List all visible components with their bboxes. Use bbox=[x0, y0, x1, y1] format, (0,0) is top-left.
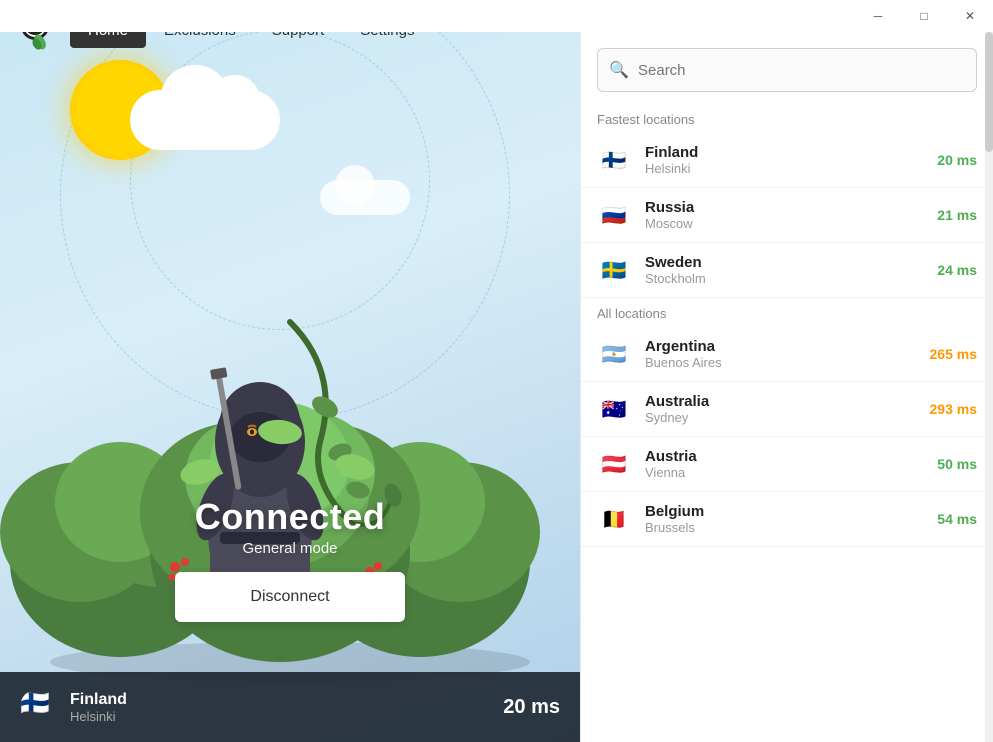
location-ms: 20 ms bbox=[937, 152, 977, 168]
flag-icon: 🇦🇷 bbox=[597, 337, 631, 371]
location-city: Stockholm bbox=[645, 271, 937, 286]
list-item[interactable]: 🇦🇷 Argentina Buenos Aires 265 ms bbox=[581, 327, 993, 382]
location-info: Australia Sydney bbox=[645, 393, 930, 425]
status-container: Connected General mode bbox=[195, 496, 386, 557]
status-connected-label: Connected bbox=[195, 496, 386, 538]
location-ms: 24 ms bbox=[937, 262, 977, 278]
location-country: Finland bbox=[645, 144, 937, 161]
right-panel: 🔍 Fastest locations 🇫🇮 Finland Helsinki … bbox=[580, 32, 993, 742]
status-mode-label: General mode bbox=[195, 540, 386, 557]
location-country: Belgium bbox=[645, 503, 937, 520]
list-item[interactable]: 🇫🇮 Finland Helsinki 20 ms bbox=[581, 133, 993, 188]
location-ms: 293 ms bbox=[930, 401, 977, 417]
flag-icon: 🇦🇹 bbox=[597, 447, 631, 481]
flag-icon: 🇦🇺 bbox=[597, 392, 631, 426]
location-info: Argentina Buenos Aires bbox=[645, 338, 930, 370]
bottom-location: Finland Helsinki bbox=[70, 691, 503, 724]
bottom-bar: 🇫🇮 Finland Helsinki 20 ms bbox=[0, 672, 580, 742]
location-ms: 21 ms bbox=[937, 207, 977, 223]
location-country: Russia bbox=[645, 199, 937, 216]
flag-icon: 🇧🇪 bbox=[597, 502, 631, 536]
search-input[interactable] bbox=[597, 48, 977, 92]
fastest-locations-label: Fastest locations bbox=[581, 104, 993, 133]
disconnect-button[interactable]: Disconnect bbox=[175, 572, 405, 622]
left-panel: Home Exclusions Support Settings bbox=[0, 0, 580, 742]
search-bar: 🔍 bbox=[597, 48, 977, 92]
cloud-small-illustration bbox=[320, 180, 410, 215]
bottom-ms-label: 20 ms bbox=[503, 696, 560, 719]
scrollbar-thumb[interactable] bbox=[985, 32, 993, 152]
bottom-city-label: Helsinki bbox=[70, 709, 503, 724]
search-icon: 🔍 bbox=[609, 60, 629, 80]
title-bar: ─ □ ✕ bbox=[0, 0, 993, 32]
all-locations-label: All locations bbox=[581, 298, 993, 327]
flag-icon: 🇷🇺 bbox=[597, 198, 631, 232]
list-item[interactable]: 🇦🇺 Australia Sydney 293 ms bbox=[581, 382, 993, 437]
fastest-locations-list: 🇫🇮 Finland Helsinki 20 ms 🇷🇺 Russia Mosc… bbox=[581, 133, 993, 298]
location-city: Moscow bbox=[645, 216, 937, 231]
location-info: Sweden Stockholm bbox=[645, 254, 937, 286]
list-item[interactable]: 🇸🇪 Sweden Stockholm 24 ms bbox=[581, 243, 993, 298]
location-city: Buenos Aires bbox=[645, 355, 930, 370]
location-city: Helsinki bbox=[645, 161, 937, 176]
cloud-main-illustration bbox=[130, 90, 280, 150]
list-item[interactable]: 🇧🇪 Belgium Brussels 54 ms bbox=[581, 492, 993, 547]
location-city: Vienna bbox=[645, 465, 937, 480]
minimize-button[interactable]: ─ bbox=[855, 0, 901, 32]
location-ms: 50 ms bbox=[937, 456, 977, 472]
location-country: Sweden bbox=[645, 254, 937, 271]
location-city: Sydney bbox=[645, 410, 930, 425]
flag-icon: 🇫🇮 bbox=[597, 143, 631, 177]
location-ms: 54 ms bbox=[937, 511, 977, 527]
location-info: Russia Moscow bbox=[645, 199, 937, 231]
location-city: Brussels bbox=[645, 520, 937, 535]
location-country: Austria bbox=[645, 448, 937, 465]
bottom-country-label: Finland bbox=[70, 691, 503, 709]
maximize-button[interactable]: □ bbox=[901, 0, 947, 32]
location-info: Austria Vienna bbox=[645, 448, 937, 480]
location-country: Australia bbox=[645, 393, 930, 410]
list-item[interactable]: 🇦🇹 Austria Vienna 50 ms bbox=[581, 437, 993, 492]
flag-icon: 🇸🇪 bbox=[597, 253, 631, 287]
location-country: Argentina bbox=[645, 338, 930, 355]
list-item[interactable]: 🇷🇺 Russia Moscow 21 ms bbox=[581, 188, 993, 243]
location-info: Finland Helsinki bbox=[645, 144, 937, 176]
close-button[interactable]: ✕ bbox=[947, 0, 993, 32]
location-ms: 265 ms bbox=[930, 346, 977, 362]
location-info: Belgium Brussels bbox=[645, 503, 937, 535]
bottom-flag: 🇫🇮 bbox=[20, 689, 56, 725]
all-locations-list: 🇦🇷 Argentina Buenos Aires 265 ms 🇦🇺 Aust… bbox=[581, 327, 993, 547]
